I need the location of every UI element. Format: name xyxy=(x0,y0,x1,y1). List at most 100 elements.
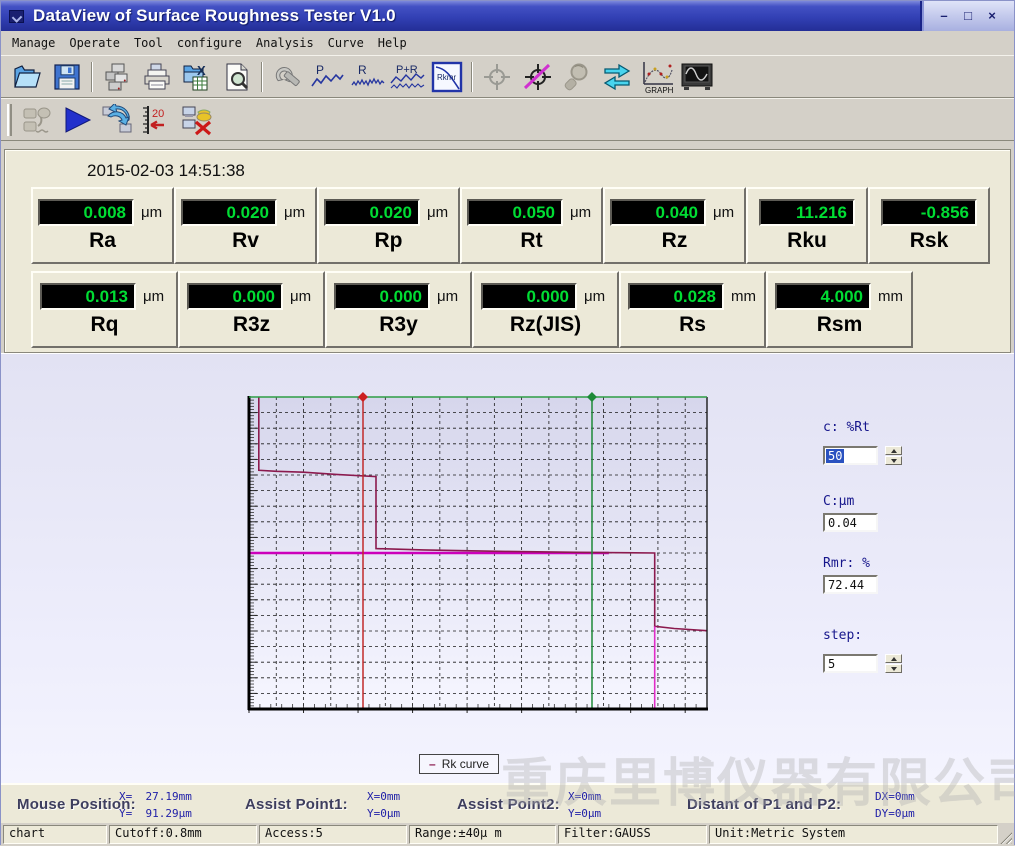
rmr-chart[interactable] xyxy=(1,354,781,784)
minimize-button[interactable]: – xyxy=(935,8,953,24)
status-cell-2: Cutoff:0.8mm xyxy=(109,825,257,844)
status-cell-1: chart xyxy=(3,825,107,844)
menu-item-analysis[interactable]: Analysis xyxy=(249,33,321,53)
settings-button[interactable] xyxy=(267,58,307,95)
cancel-crosshair-button[interactable] xyxy=(517,58,557,95)
menu-bar: ManageOperateToolconfigureAnalysisCurveH… xyxy=(1,31,1014,55)
status-bar: chartCutoff:0.8mmAccess:5Range:±40μ mFil… xyxy=(1,823,1014,846)
unit-label: μm xyxy=(284,204,310,221)
side-field-label: step: xyxy=(823,628,943,643)
up-arrow-icon xyxy=(891,657,897,661)
toolbar-separator xyxy=(91,62,93,92)
pr-curve-button[interactable]: P+R xyxy=(387,58,427,95)
app-icon[interactable] xyxy=(9,10,24,23)
side-field-label: C:μm xyxy=(823,494,943,509)
p-curve-button[interactable]: P xyxy=(307,58,347,95)
export-excel-button[interactable]: X xyxy=(177,58,217,95)
side-field-input[interactable]: 50 xyxy=(823,446,878,465)
parameter-label: Rku xyxy=(787,229,827,253)
chart-section: c: %Rt50C:μm0.04Rmr: %72.44step:5 – Rk c… xyxy=(1,353,1014,783)
measurement-row-1: 0.008μmRa0.020μmRv0.020μmRp0.050μmRt0.04… xyxy=(31,187,990,264)
resize-grip[interactable] xyxy=(999,831,1012,844)
menu-item-tool[interactable]: Tool xyxy=(127,33,170,53)
graph-button[interactable]: GRAPH xyxy=(637,58,677,95)
r-curve-button[interactable]: R xyxy=(347,58,387,95)
parameter-label: Rsk xyxy=(910,229,949,253)
save-icon xyxy=(53,63,81,91)
settings-wrench-icon xyxy=(271,62,303,92)
maximize-button[interactable]: □ xyxy=(959,8,977,24)
side-field-1: c: %Rt50 xyxy=(823,420,943,465)
print-button[interactable] xyxy=(137,58,177,95)
print-preview-button[interactable] xyxy=(217,58,257,95)
parameter-label: Ra xyxy=(89,229,116,253)
svg-text:Rkmr: Rkmr xyxy=(437,73,456,82)
spinner xyxy=(885,446,902,465)
connect-icon xyxy=(21,105,53,135)
toolbar-grip[interactable] xyxy=(7,104,12,136)
measure-panel-rp: 0.020μmRp xyxy=(317,187,460,264)
lcd-value: 0.008 xyxy=(38,199,134,226)
menu-item-curve[interactable]: Curve xyxy=(321,33,371,53)
menu-item-manage[interactable]: Manage xyxy=(5,33,62,53)
menu-item-configure[interactable]: configure xyxy=(170,33,249,53)
export-excel-icon: X xyxy=(181,62,213,92)
rk-curve-icon: Rkmr xyxy=(431,61,463,93)
rk-curve-button[interactable]: Rkmr xyxy=(427,58,467,95)
down-arrow-icon xyxy=(891,459,897,463)
center-crosshair-button[interactable] xyxy=(477,58,517,95)
unit-label: mm xyxy=(878,288,904,305)
oscilloscope-button[interactable] xyxy=(677,58,717,95)
unit-label: μm xyxy=(141,204,167,221)
swap-curves-button[interactable] xyxy=(597,58,637,95)
p-curve-icon: P xyxy=(309,62,345,92)
connect-button[interactable] xyxy=(17,101,57,138)
disconnect-icon xyxy=(180,104,214,136)
zoom-button[interactable] xyxy=(557,58,597,95)
database-button[interactable] xyxy=(97,58,137,95)
chart-legend: – Rk curve xyxy=(419,754,499,774)
start-measure-button[interactable] xyxy=(57,101,97,138)
lcd-value: 0.013 xyxy=(40,283,136,310)
measure-panel-rku: 11.216 Rku xyxy=(746,187,868,264)
lcd-value: 0.020 xyxy=(324,199,420,226)
toolbar-separator xyxy=(471,62,473,92)
spin-up-button[interactable] xyxy=(885,654,902,663)
lcd-value: 0.050 xyxy=(467,199,563,226)
sync-data-button[interactable] xyxy=(97,101,137,138)
legend-line-swatch: – xyxy=(429,757,436,771)
measure-panel-rz: 0.040μmRz xyxy=(603,187,746,264)
lcd-value: 11.216 xyxy=(759,199,855,226)
menu-item-operate[interactable]: Operate xyxy=(62,33,127,53)
measure-panel-r3y: 0.000μmR3y xyxy=(325,271,472,348)
side-field-input[interactable]: 0.04 xyxy=(823,513,878,532)
lcd-value: 0.000 xyxy=(334,283,430,310)
svg-text:P: P xyxy=(316,63,324,77)
print-preview-icon xyxy=(223,62,251,92)
parameter-label: Rz xyxy=(662,229,688,253)
parameter-label: Rsm xyxy=(817,313,863,337)
spacer xyxy=(1,141,1014,149)
menu-item-help[interactable]: Help xyxy=(371,33,414,53)
sample-length-button[interactable]: 20 xyxy=(137,101,177,138)
unit-label: μm xyxy=(713,204,739,221)
spin-up-button[interactable] xyxy=(885,446,902,455)
unit-label: μm xyxy=(584,288,610,305)
spin-down-button[interactable] xyxy=(885,456,902,465)
disconnect-button[interactable] xyxy=(177,101,217,138)
save-button[interactable] xyxy=(47,58,87,95)
oscilloscope-icon xyxy=(680,62,714,92)
assist-point2-values: X=0mmY=0μm xyxy=(568,788,601,822)
parameter-label: R3y xyxy=(379,313,418,337)
side-field-input[interactable]: 72.44 xyxy=(823,575,878,594)
start-icon xyxy=(62,106,92,134)
close-button[interactable]: × xyxy=(983,8,1001,24)
side-field-input[interactable]: 5 xyxy=(823,654,878,673)
parameter-label: Rz(JIS) xyxy=(510,313,581,337)
spinner xyxy=(885,654,902,673)
sync-icon xyxy=(100,104,134,136)
side-field-2: C:μm 0.04 xyxy=(823,494,943,532)
spin-down-button[interactable] xyxy=(885,664,902,673)
status-cell-3: Access:5 xyxy=(259,825,407,844)
open-button[interactable] xyxy=(7,58,47,95)
